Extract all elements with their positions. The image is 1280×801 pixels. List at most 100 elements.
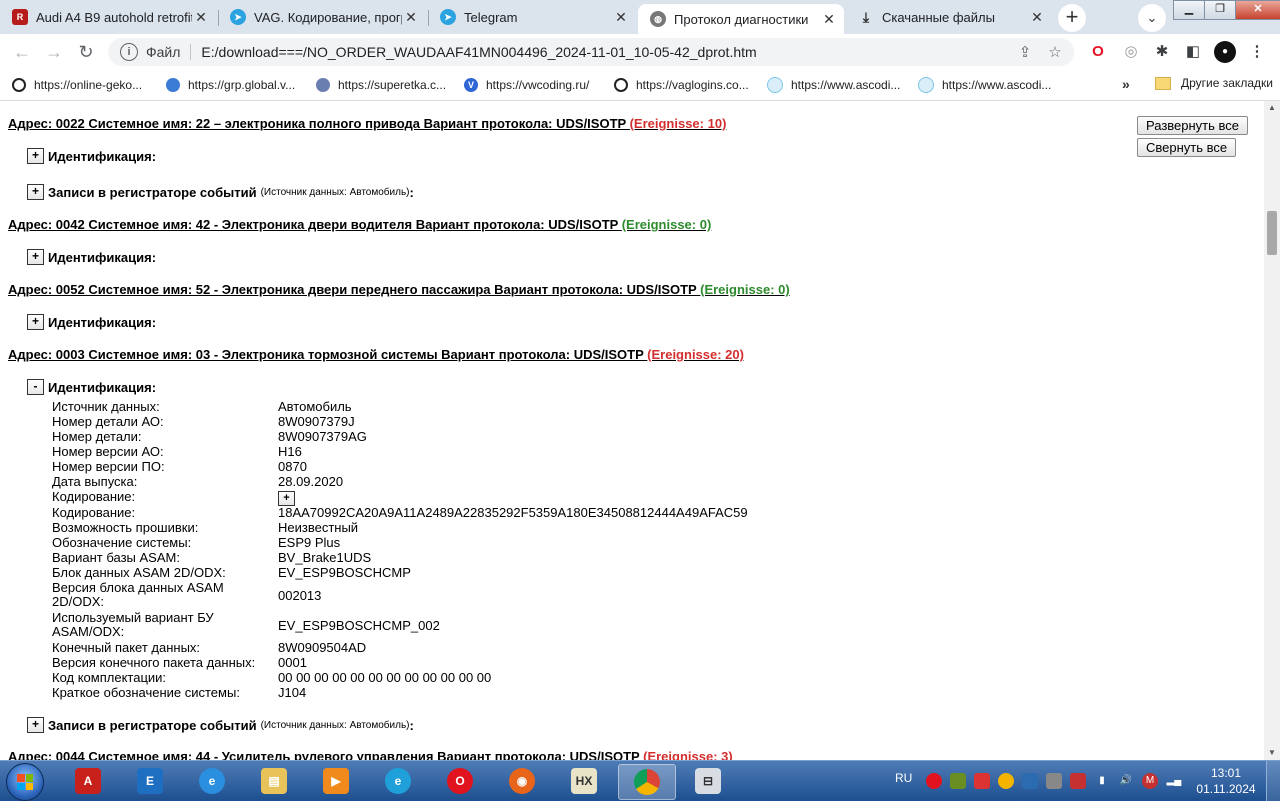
bookmark-label: https://vaglogins.co... xyxy=(636,78,749,92)
minimize-button[interactable]: ▁ xyxy=(1173,0,1205,20)
bookmarks-overflow-button[interactable]: » xyxy=(1122,76,1130,92)
expand-toggle[interactable]: + xyxy=(27,717,44,733)
event-log-section[interactable]: + Записи в регистраторе событий (Источни… xyxy=(27,184,414,200)
extensions-puzzle-icon[interactable]: ✱ xyxy=(1151,42,1173,62)
event-log-section[interactable]: + Записи в регистраторе событий (Источни… xyxy=(27,717,414,733)
opera-extension-icon[interactable]: O xyxy=(1087,42,1109,62)
internet-explorer-icon: e xyxy=(199,768,225,794)
module-header[interactable]: Адрес: 0022 Системное имя: 22 – электрон… xyxy=(8,116,726,131)
taskbar-opera[interactable]: O xyxy=(432,764,488,798)
reload-icon[interactable]: ↻ xyxy=(74,40,98,64)
app-tray-icon[interactable] xyxy=(950,773,966,789)
info-icon[interactable]: i xyxy=(120,43,138,61)
new-tab-button[interactable]: + xyxy=(1058,4,1086,32)
events-count: (Ereignisse: 0) xyxy=(700,282,790,297)
taskbar-vcds[interactable]: HX xyxy=(556,764,612,798)
tab-diagnostic-protocol[interactable]: ◍ Протокол диагностики ✕ xyxy=(638,4,844,34)
expand-toggle[interactable]: + xyxy=(27,314,44,330)
bookmark-item[interactable]: https://online-geko... xyxy=(12,76,142,94)
taskbar-edge[interactable]: e xyxy=(370,764,426,798)
taskbar-ie[interactable]: e xyxy=(184,764,240,798)
close-icon[interactable]: ✕ xyxy=(1028,9,1046,26)
opera-tray-icon[interactable] xyxy=(926,773,942,789)
bookmark-item[interactable]: https://www.ascodi... xyxy=(767,76,900,94)
taskbar-chrome[interactable] xyxy=(618,764,676,800)
close-icon[interactable]: ✕ xyxy=(820,11,838,28)
signal-icon[interactable]: ▂▄ xyxy=(1166,773,1182,789)
sync-tray-icon[interactable] xyxy=(1022,773,1038,789)
address-bar[interactable]: i Файл E:/download===/NO_ORDER_WAUDAAF41… xyxy=(108,38,1074,66)
start-button[interactable] xyxy=(6,763,44,801)
tab-telegram[interactable]: ➤ Telegram ✕ xyxy=(428,2,636,32)
ident-section-expanded[interactable]: - Идентификация: xyxy=(27,379,156,395)
menu-kebab-icon[interactable]: ⋮ xyxy=(1246,42,1268,62)
vcds-icon: HX xyxy=(571,768,597,794)
tab-audi-retrofit[interactable]: R Audi A4 B9 autohold retrofit ✕ xyxy=(0,2,216,32)
tab-downloads[interactable]: ⤓ Скачанные файлы ✕ xyxy=(846,2,1052,32)
bookmark-label: https://www.ascodi... xyxy=(791,78,901,92)
taskbar-connector-app[interactable]: ⊟ xyxy=(680,764,736,798)
coding-expand-button[interactable]: + xyxy=(278,491,295,506)
bookmark-item[interactable]: V https://vwcoding.ru/ xyxy=(464,76,589,94)
bookmark-item[interactable]: https://www.ascodi... xyxy=(918,76,1051,94)
module-header[interactable]: Адрес: 0042 Системное имя: 42 - Электрон… xyxy=(8,217,711,232)
mail-tray-icon[interactable]: M xyxy=(1142,773,1158,789)
vertical-scrollbar[interactable]: ▲ ▼ xyxy=(1264,101,1280,760)
expand-toggle[interactable]: + xyxy=(27,249,44,265)
scrollbar-thumb[interactable] xyxy=(1267,211,1277,255)
collapse-toggle[interactable]: - xyxy=(27,379,44,395)
taskbar-acrobat[interactable]: A xyxy=(60,764,116,798)
bookmark-label: https://grp.global.v... xyxy=(188,78,296,92)
ident-section[interactable]: + Идентификация: xyxy=(27,314,156,330)
taskbar-explorer[interactable]: ▤ xyxy=(246,764,302,798)
vpn-extension-icon[interactable]: ◎ xyxy=(1120,42,1142,62)
taskbar-media-player[interactable]: ▶ xyxy=(308,764,364,798)
ident-section[interactable]: + Идентификация: xyxy=(27,249,156,265)
tab-title: Протокол диагностики xyxy=(674,11,809,27)
chrome-tray-icon[interactable] xyxy=(998,773,1014,789)
scroll-up-arrow-icon[interactable]: ▲ xyxy=(1264,101,1280,115)
media-tray-icon[interactable] xyxy=(974,773,990,789)
restore-button[interactable]: ❐ xyxy=(1204,0,1236,20)
tab-search-chevron-icon[interactable]: ⌄ xyxy=(1138,4,1166,32)
bookmark-star-icon[interactable]: ☆ xyxy=(1044,43,1066,61)
back-arrow-icon[interactable]: ← xyxy=(10,40,34,64)
expand-toggle[interactable]: + xyxy=(27,148,44,164)
bookmark-item[interactable]: https://vaglogins.co... xyxy=(614,76,749,94)
windows-taskbar: A E e ▤ ▶ e O ◉ HX ⊟ RU ▮ 🔊 M ▂▄ 13:01 0… xyxy=(0,760,1280,801)
url-text[interactable]: E:/download===/NO_ORDER_WAUDAAF41MN00449… xyxy=(201,44,1014,60)
taskbar-app-e[interactable]: E xyxy=(122,764,178,798)
volume-icon[interactable]: 🔊 xyxy=(1118,773,1134,789)
close-icon[interactable]: ✕ xyxy=(402,9,420,26)
clock-date: 01.11.2024 xyxy=(1196,782,1256,796)
security-tray-icon[interactable] xyxy=(1070,773,1086,789)
clock[interactable]: 13:01 01.11.2024 xyxy=(1196,765,1256,797)
share-icon[interactable]: ⇪ xyxy=(1014,43,1036,61)
close-icon[interactable]: ✕ xyxy=(192,9,210,26)
module-title: Адрес: 0022 Системное имя: 22 – электрон… xyxy=(8,116,626,131)
taskbar-firefox[interactable]: ◉ xyxy=(494,764,550,798)
scroll-down-arrow-icon[interactable]: ▼ xyxy=(1264,746,1280,760)
ident-section[interactable]: + Идентификация: xyxy=(27,148,156,164)
close-icon[interactable]: ✕ xyxy=(612,9,630,26)
sidepanel-icon[interactable]: ◧ xyxy=(1182,42,1204,62)
expand-all-button[interactable]: Развернуть все xyxy=(1137,116,1249,135)
events-count: (Ereignisse: 20) xyxy=(647,347,744,362)
tab-vag-coding[interactable]: ➤ VAG. Кодирование, програм ✕ xyxy=(218,2,426,32)
module-header[interactable]: Адрес: 0044 Системное имя: 44 - Усилител… xyxy=(8,749,733,760)
language-indicator[interactable]: RU xyxy=(895,771,912,785)
collapse-all-button[interactable]: Свернуть все xyxy=(1137,138,1237,157)
module-header[interactable]: Адрес: 0052 Системное имя: 52 - Электрон… xyxy=(8,282,790,297)
bookmark-item[interactable]: https://superetka.c... xyxy=(316,76,446,94)
bookmark-item[interactable]: https://grp.global.v... xyxy=(166,76,295,94)
window-close-button[interactable]: ✕ xyxy=(1235,0,1280,20)
windows-logo-icon xyxy=(17,774,33,790)
module-header[interactable]: Адрес: 0003 Системное имя: 03 - Электрон… xyxy=(8,347,744,362)
other-bookmarks-folder[interactable]: Другие закладки xyxy=(1155,76,1273,90)
expand-toggle[interactable]: + xyxy=(27,184,44,200)
show-desktop-button[interactable] xyxy=(1266,761,1280,801)
profile-avatar[interactable]: ● xyxy=(1214,41,1236,63)
network-tray-icon[interactable] xyxy=(1046,773,1062,789)
forward-arrow-icon[interactable]: → xyxy=(42,40,66,64)
battery-icon[interactable]: ▮ xyxy=(1094,773,1110,789)
